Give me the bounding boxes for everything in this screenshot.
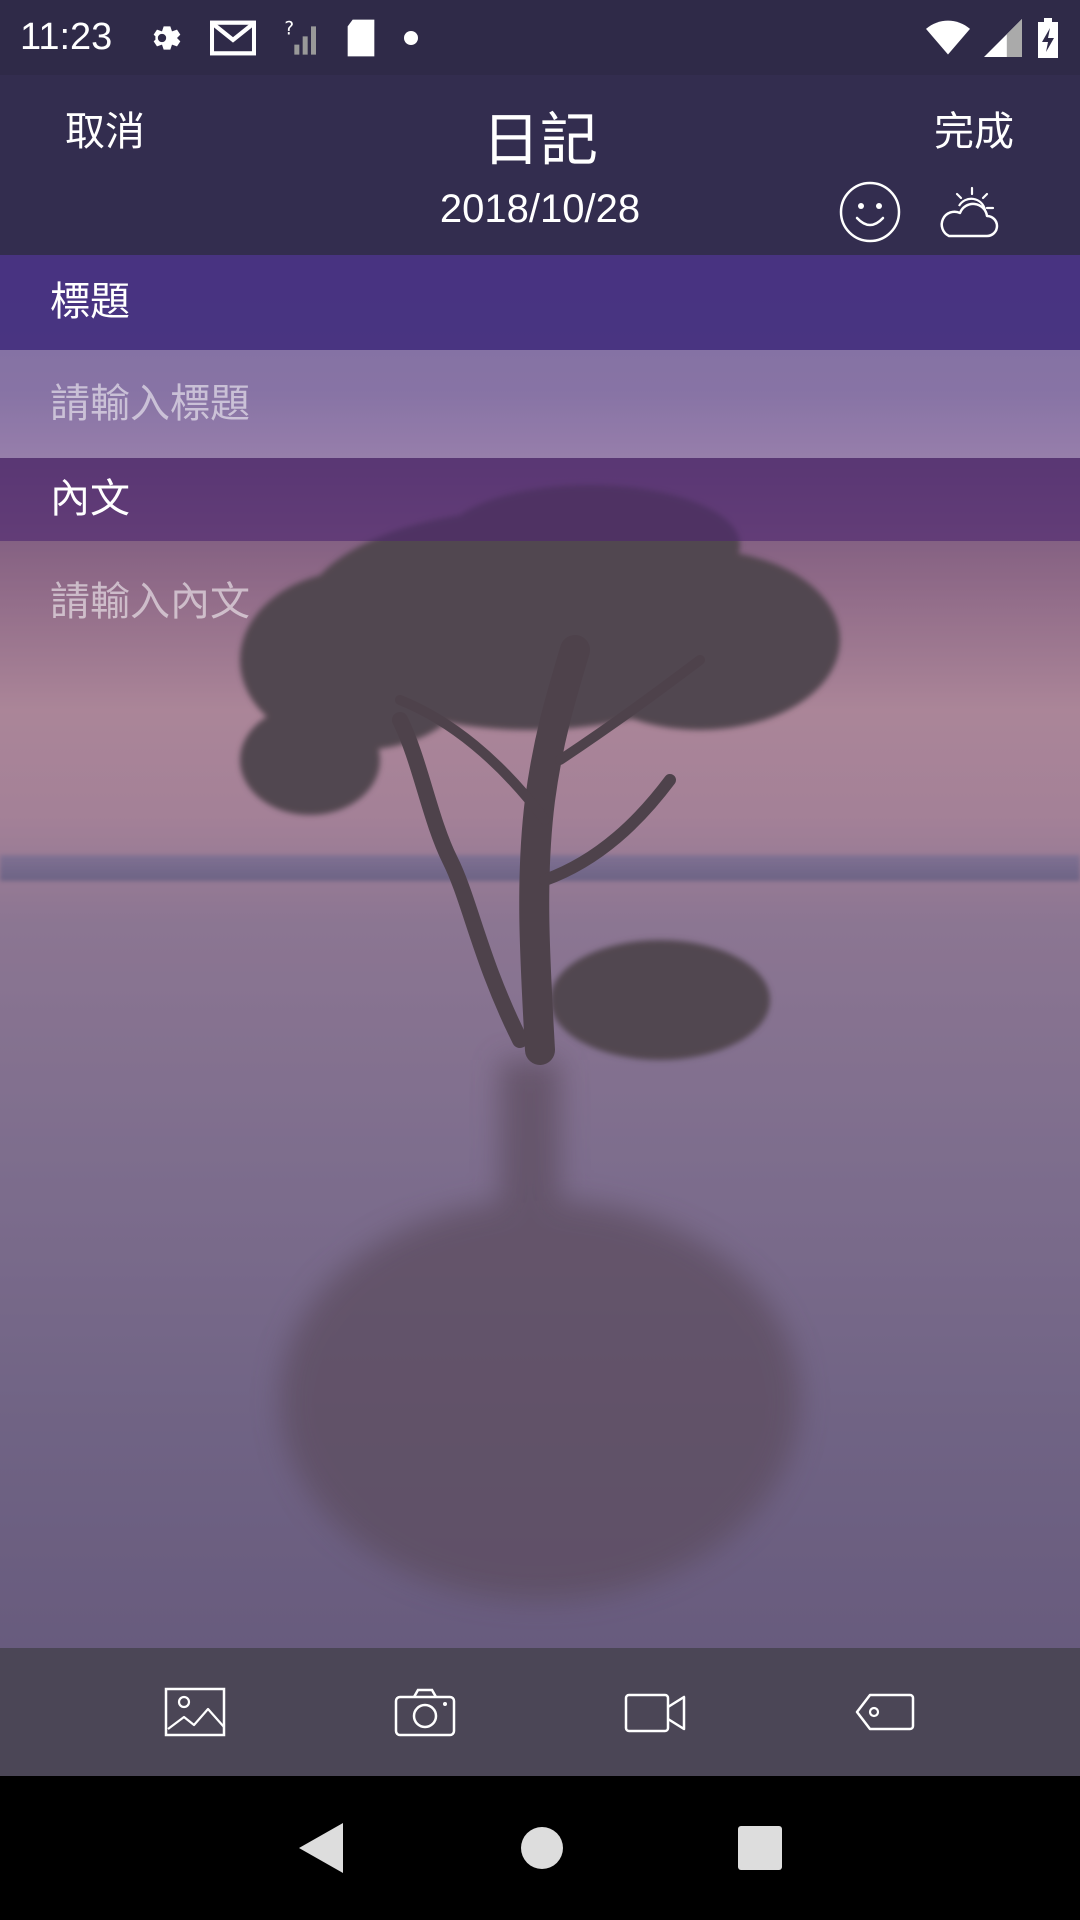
image-icon — [164, 1687, 226, 1737]
back-icon[interactable] — [297, 1821, 347, 1875]
recents-icon[interactable] — [737, 1825, 783, 1871]
video-button[interactable] — [615, 1677, 695, 1747]
settings-icon — [153, 25, 181, 50]
tag-icon — [855, 1693, 915, 1731]
mail-icon — [210, 20, 257, 55]
body-section-label: 內文 — [0, 458, 1080, 541]
status-time: 11:23 — [20, 16, 113, 58]
title-section-label: 標題 — [0, 255, 1080, 350]
battery-charging-icon — [1038, 17, 1058, 58]
home-icon[interactable] — [520, 1826, 564, 1870]
wifi-icon — [926, 20, 970, 54]
signal-icon — [984, 18, 1022, 57]
partly-cloudy-icon[interactable] — [935, 180, 999, 244]
body-input[interactable]: 請輸入內文 — [0, 541, 1080, 1648]
status-icons-left: ? — [142, 18, 419, 58]
status-bar: 11:23 ? — [0, 0, 1080, 75]
svg-text:?: ? — [285, 18, 295, 39]
no-signal-icon: ? — [285, 18, 317, 55]
video-icon — [624, 1693, 686, 1733]
navigation-bar — [0, 1776, 1080, 1920]
done-button[interactable]: 完成 — [934, 99, 1014, 157]
camera-button[interactable] — [385, 1677, 465, 1747]
tag-button[interactable] — [845, 1677, 925, 1747]
cancel-button[interactable]: 取消 — [65, 99, 145, 157]
header: 取消 日記 完成 2018/10/28 — [0, 75, 1080, 255]
attachment-toolbar — [0, 1648, 1080, 1776]
status-icons-right — [926, 17, 1060, 58]
title-input[interactable]: 請輸入標題 — [0, 350, 1080, 458]
dot-icon — [404, 30, 419, 45]
date-label: 2018/10/28 — [439, 187, 641, 231]
sd-card-icon — [347, 19, 375, 56]
smiley-icon[interactable] — [838, 180, 902, 244]
camera-icon — [394, 1688, 456, 1737]
image-button[interactable] — [155, 1677, 235, 1747]
page-title: 日記 — [481, 106, 598, 174]
